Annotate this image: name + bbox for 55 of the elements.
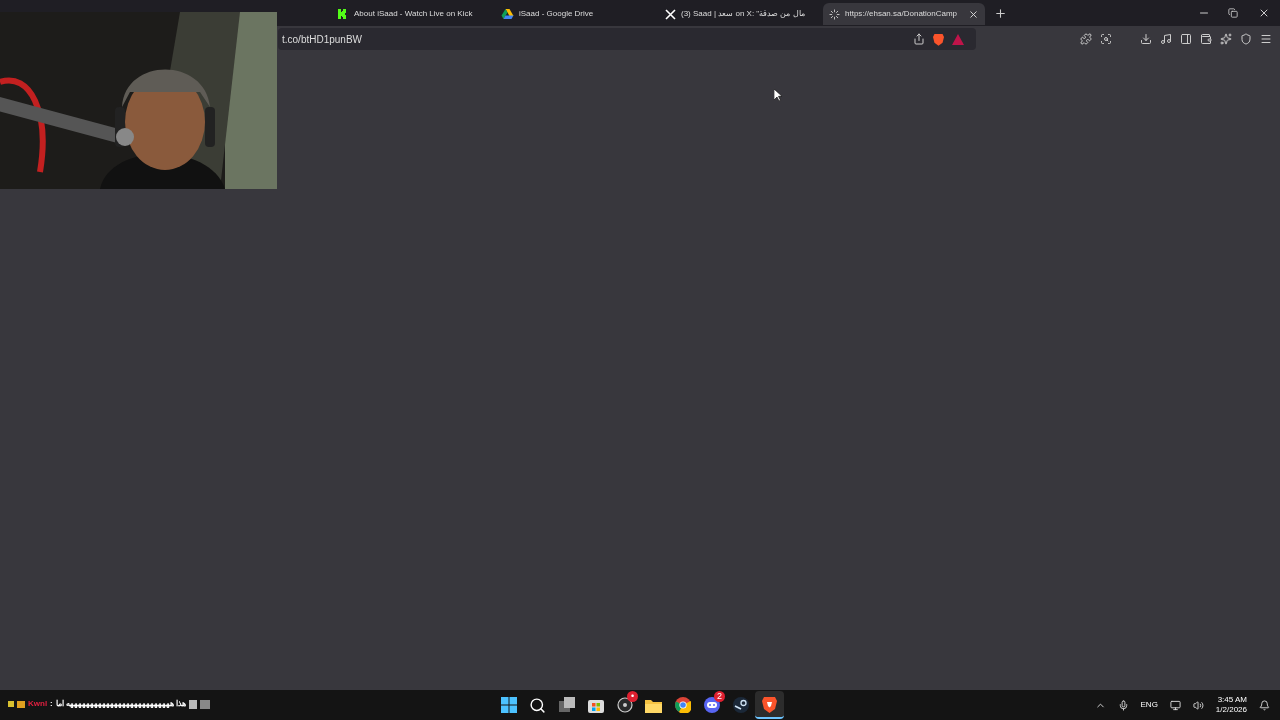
tab-title: iSaad - Google Drive [519, 8, 595, 20]
chat-message: هذا ههههههههههههههههههههههههههه اما [55, 698, 187, 710]
notification-badge: 2 [714, 691, 725, 702]
x-logo-icon [665, 8, 676, 20]
close-tab-icon[interactable] [968, 8, 979, 20]
chat-username: Kwnl [28, 698, 48, 710]
drive-logo-icon [501, 8, 514, 20]
search-icon [529, 696, 546, 714]
puzzle-icon[interactable] [1080, 33, 1092, 45]
notification-bell-icon[interactable] [1259, 699, 1270, 711]
chrome-logo-icon [674, 697, 691, 713]
lion-shield-icon [762, 695, 777, 713]
steam-logo-icon [732, 697, 749, 713]
windows-logo-icon [500, 697, 517, 713]
lion-shield-icon[interactable] [933, 32, 944, 46]
close-icon[interactable] [1258, 7, 1270, 19]
mouse-cursor-icon [774, 89, 782, 101]
clock[interactable]: 3:45 AM 1/2/2026 [1215, 695, 1247, 715]
browser-tab[interactable]: About iSaad - Watch Live on Kick [331, 3, 493, 25]
microphone-icon[interactable] [1117, 699, 1129, 711]
language-indicator[interactable]: ENG [1140, 699, 1158, 711]
notification-badge: • [627, 691, 638, 702]
tab-title: (3) Saad | سعد on X: "مال من صدقة [681, 8, 806, 20]
taskbar-app[interactable]: 2 [697, 691, 726, 719]
store-bag-icon [587, 697, 604, 713]
tab-title: About iSaad - Watch Live on Kick [354, 8, 474, 20]
menu-icon[interactable] [1260, 33, 1272, 45]
sparkles-icon[interactable] [1220, 33, 1232, 45]
windows-stack-icon [558, 697, 575, 713]
restore-icon[interactable] [1228, 8, 1238, 18]
share-icon[interactable] [913, 33, 925, 45]
chat-separator: : [50, 698, 53, 710]
emote-icon [189, 699, 198, 709]
browser-tab[interactable]: iSaad - Google Drive [495, 3, 657, 25]
shield-icon[interactable] [1240, 33, 1252, 45]
browser-tab[interactable]: (3) Saad | سعد on X: "مال من صدقة [659, 3, 821, 25]
new-tab-icon[interactable] [994, 6, 1007, 20]
screen-search-icon[interactable] [1100, 33, 1112, 45]
game-controller-icon [702, 697, 721, 713]
record-circle-icon [616, 697, 633, 713]
url-text: t.co/btHD1punBW [282, 32, 364, 47]
address-field[interactable]: t.co/btHD1punBW [278, 28, 976, 50]
monitor-icon[interactable] [1169, 699, 1181, 711]
volume-icon[interactable] [1192, 699, 1204, 711]
tab-title: https://ehsan.sa/DonationCamp [845, 8, 959, 20]
sidebar-panel-icon[interactable] [1180, 33, 1192, 45]
browser-tab[interactable]: https://ehsan.sa/DonationCamp [823, 3, 985, 25]
kick-logo-icon [337, 8, 349, 20]
wallet-icon[interactable] [1200, 33, 1212, 45]
music-note-icon[interactable] [1160, 33, 1172, 45]
folder-icon [645, 697, 662, 713]
taskbar-app[interactable]: • [610, 691, 639, 719]
emote-icon [200, 699, 211, 709]
taskbar-app[interactable] [755, 691, 784, 719]
download-icon[interactable] [1140, 33, 1152, 45]
